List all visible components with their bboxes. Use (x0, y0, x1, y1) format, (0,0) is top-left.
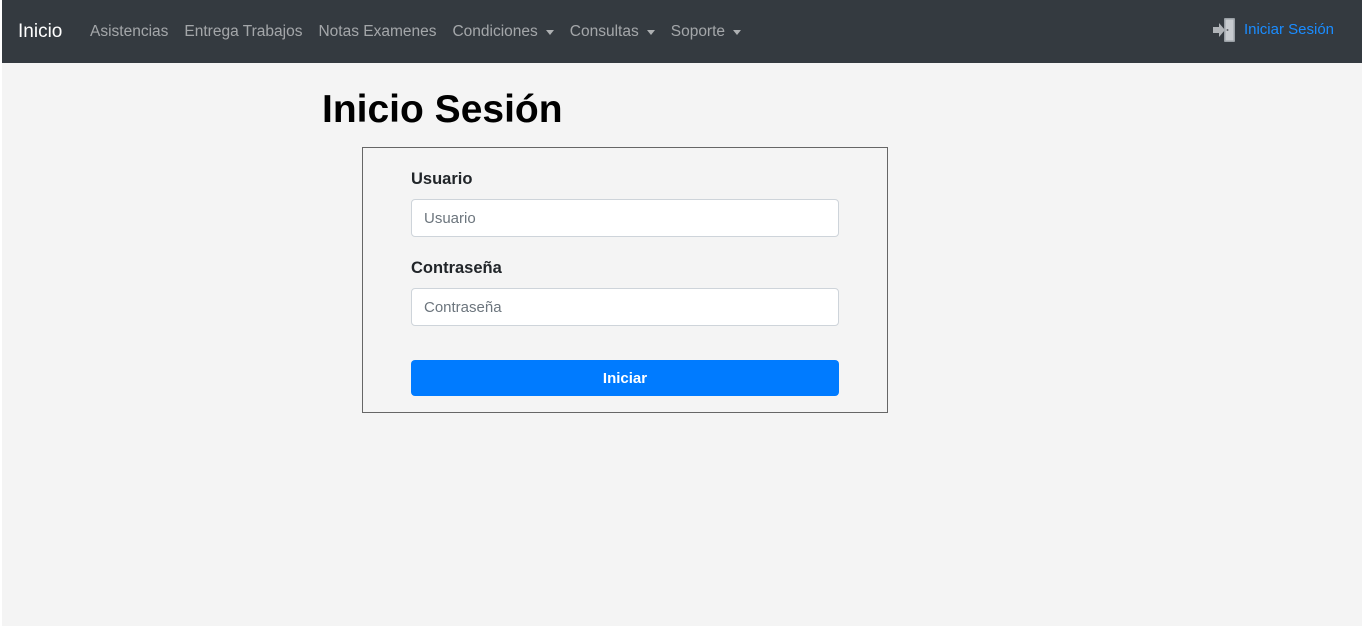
username-label: Usuario (411, 170, 473, 188)
nav-brand-home[interactable]: Inicio (18, 20, 62, 44)
login-link[interactable]: Iniciar Sesión (1210, 16, 1334, 44)
nav-links: Asistencias Entrega Trabajos Notas Exame… (90, 21, 757, 43)
nav-item-label: Asistencias (90, 23, 169, 40)
nav-dropdown-soporte[interactable]: Soporte (670, 21, 742, 43)
app-frame: Inicio Asistencias Entrega Trabajos Nota… (0, 0, 1364, 626)
nav-item-entrega-trabajos[interactable]: Entrega Trabajos (184, 21, 302, 43)
nav-dropdown-consultas[interactable]: Consultas (570, 21, 655, 43)
submit-login-button[interactable]: Iniciar (411, 360, 839, 396)
nav-item-label: Entrega Trabajos (184, 23, 303, 40)
login-form: Usuario Contraseña Iniciar (362, 147, 888, 413)
login-link-label: Iniciar Sesión (1243, 21, 1334, 38)
nav-item-label: Soporte (670, 23, 726, 40)
page-title: Inicio Sesión (322, 88, 563, 131)
nav-item-label: Consultas (569, 23, 639, 40)
username-input[interactable] (411, 199, 839, 237)
nav-item-label: Notas Examenes (318, 23, 437, 40)
door-enter-icon (1212, 18, 1235, 42)
password-input[interactable] (411, 288, 839, 326)
caret-down-icon (646, 29, 655, 35)
nav-item-asistencias[interactable]: Asistencias (90, 21, 168, 43)
nav-item-label: Condiciones (452, 23, 538, 40)
caret-down-icon (733, 29, 742, 35)
password-label: Contraseña (411, 259, 502, 277)
nav-item-notas-examenes[interactable]: Notas Examenes (318, 21, 436, 43)
nav-dropdown-condiciones[interactable]: Condiciones (452, 21, 554, 43)
caret-down-icon (545, 29, 554, 35)
top-navbar: Inicio Asistencias Entrega Trabajos Nota… (2, 0, 1362, 63)
